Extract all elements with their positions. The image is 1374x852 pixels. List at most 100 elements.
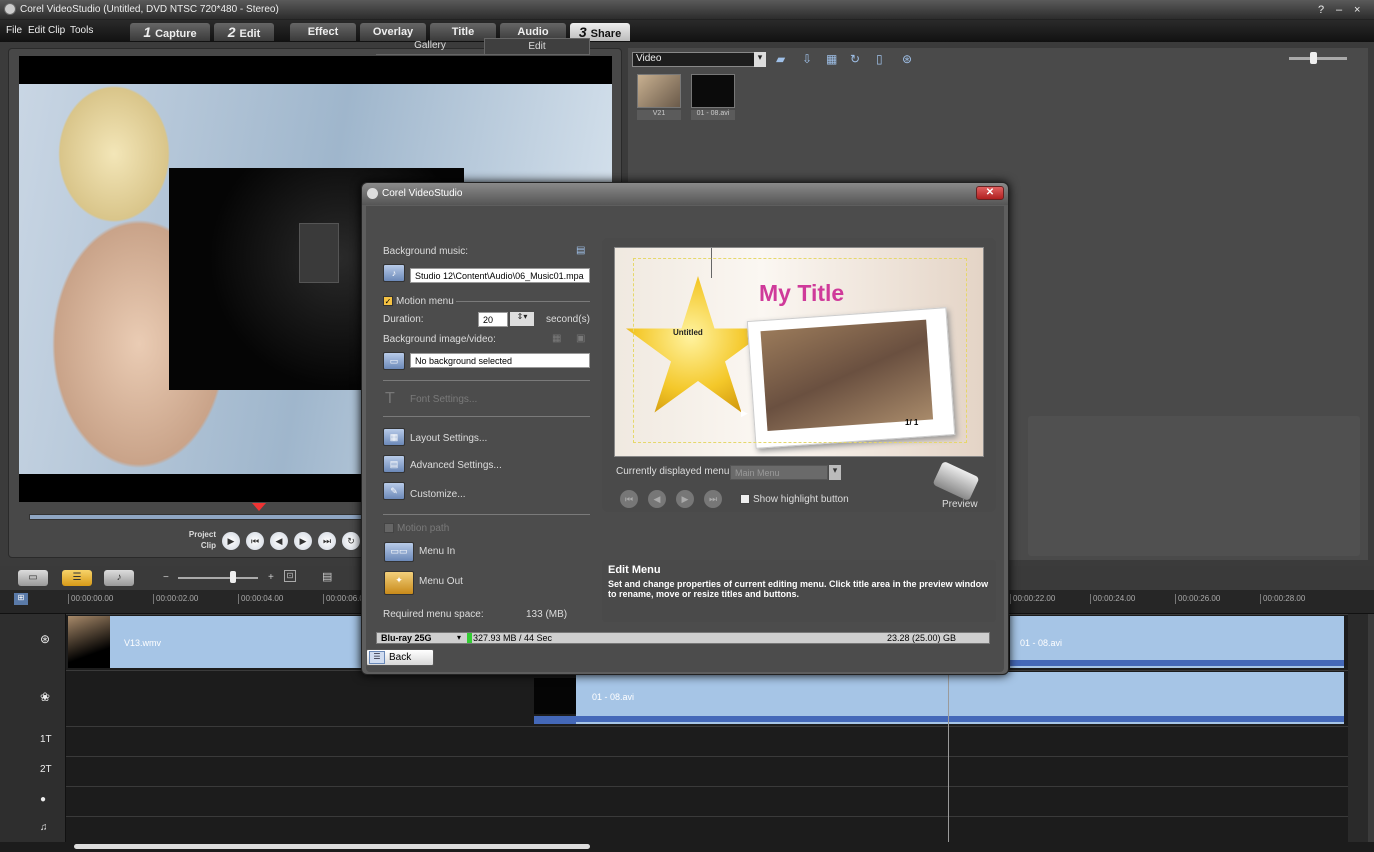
timeline-view-button[interactable]: ☰ (62, 570, 92, 586)
dialog-titlebar: Corel VideoStudio (362, 183, 1008, 205)
library-thumb-v21[interactable] (637, 74, 681, 108)
options-icon[interactable]: ▦ (826, 52, 840, 66)
bg-image-select-icon[interactable]: ▭ (383, 352, 405, 370)
description-text: Set and change properties of current edi… (608, 579, 989, 599)
menu-out-icon[interactable]: ✦ (384, 571, 414, 595)
thumbnail-zoom-slider[interactable] (1289, 57, 1347, 60)
music-select-icon[interactable]: ♪ (383, 264, 405, 282)
ruler-tick: 00:00:26.00 (1175, 594, 1220, 604)
bg-image-options-icon[interactable]: ▦ (552, 333, 561, 344)
advanced-settings-button[interactable]: Advanced Settings... (410, 460, 502, 471)
overlay-track-icon: ❀ (40, 690, 51, 704)
duration-spinner-icon[interactable]: ⇕▾ (510, 312, 534, 326)
play-icon[interactable]: ▶ (222, 532, 240, 550)
title-track-1[interactable] (0, 726, 1348, 756)
close-icon[interactable]: × (1354, 4, 1360, 16)
trash-icon[interactable]: ▯ (876, 52, 890, 66)
preview-button[interactable]: Preview (942, 499, 978, 510)
show-highlight-checkbox[interactable] (740, 494, 750, 504)
video-track-header (0, 614, 66, 670)
menu-edit[interactable]: Edit (28, 25, 45, 36)
video-clip-v13[interactable]: V13.wmv (68, 616, 368, 668)
first-menu-icon[interactable]: ⏮ (620, 490, 638, 508)
fit-icon[interactable]: ⊡ (284, 570, 296, 582)
tab-effect[interactable]: Effect (290, 23, 356, 41)
step-label: Edit (239, 28, 261, 40)
background-image-field[interactable]: No background selected (410, 353, 590, 368)
help-icon[interactable]: ? (1318, 4, 1324, 16)
project-mode-label[interactable]: Project (176, 530, 216, 539)
music-options-icon[interactable]: ▤ (576, 245, 585, 256)
dialog-close-button[interactable]: ✕ (976, 186, 1004, 200)
step-edit[interactable]: 2 Edit (214, 23, 274, 41)
voice-track[interactable] (0, 786, 1348, 816)
thumb-label: 01 - 08.avi (691, 110, 735, 120)
zoom-out-icon[interactable]: − (163, 572, 169, 583)
convert-icon[interactable]: ↻ (850, 52, 864, 66)
menu-file[interactable]: File (6, 25, 22, 36)
timeline-zoom-knob[interactable] (230, 571, 236, 583)
customize-icon: ✎ (383, 482, 405, 500)
home-icon[interactable]: ⏮ (246, 532, 264, 550)
timeline-zoom-slider[interactable] (178, 577, 258, 579)
scroll-thumb[interactable] (74, 844, 590, 849)
tab-gallery[interactable]: Gallery (376, 38, 484, 54)
separator (383, 380, 590, 381)
storyboard-view-button[interactable]: ▭ (18, 570, 48, 586)
minimize-icon[interactable]: – (1336, 4, 1342, 16)
customize-button[interactable]: Customize... (410, 489, 466, 500)
import-icon[interactable]: ⇩ (802, 52, 816, 66)
disc-type-select[interactable]: Blu-ray 25G (381, 633, 432, 643)
layout-settings-button[interactable]: Layout Settings... (410, 433, 487, 444)
description-box: Edit Menu Set and change properties of c… (602, 560, 996, 622)
app-logo-icon (367, 188, 378, 199)
zoom-knob[interactable] (1310, 52, 1317, 64)
tab-edit[interactable]: Edit (484, 38, 590, 54)
library-thumb-0108[interactable] (691, 74, 735, 108)
currently-displayed-label: Currently displayed menu: (616, 466, 733, 477)
expand-icon[interactable]: ⊛ (902, 52, 916, 66)
library-category-select[interactable]: Video (632, 52, 764, 67)
zoom-in-icon[interactable]: + (268, 572, 274, 583)
track-manager-icon[interactable]: ⊞ (14, 593, 28, 605)
background-music-field[interactable]: Studio 12\Content\Audio\06_Music01.mpa (410, 268, 590, 283)
menu-in-icon[interactable]: ▭▭ (384, 542, 414, 562)
chevron-down-icon[interactable]: ▾ (457, 633, 461, 642)
video-clip-0108[interactable]: 01 - 08.avi (1010, 616, 1344, 668)
film-reel-icon: ⊛ (40, 632, 51, 646)
audio-view-button[interactable]: ♪ (104, 570, 134, 586)
overlay-clip-0108[interactable]: 01 - 08.avi (576, 672, 1344, 724)
next-menu-icon[interactable]: ▶ (676, 490, 694, 508)
motion-menu-label: Motion menu (396, 296, 454, 307)
currently-displayed-select[interactable]: Main Menu (730, 465, 828, 480)
chevron-down-icon[interactable]: ▾ (829, 465, 841, 480)
motion-path-checkbox[interactable] (384, 523, 394, 533)
dialog-title: Corel VideoStudio (382, 188, 463, 199)
prev-menu-icon[interactable]: ◀ (648, 490, 666, 508)
font-settings-button[interactable]: Font Settings... (410, 394, 477, 405)
menu-tools[interactable]: Tools (70, 25, 93, 36)
menu-clip[interactable]: Clip (48, 25, 65, 36)
prev-frame-icon[interactable]: ◀ (270, 532, 288, 550)
vertical-scrollbar[interactable] (1348, 614, 1368, 842)
bg-image-remove-icon[interactable]: ▣ (576, 333, 585, 344)
music-track[interactable] (0, 816, 1348, 842)
insert-media-icon[interactable]: ▤ (322, 570, 332, 583)
motion-menu-checkbox[interactable]: ✓ (383, 296, 393, 306)
folder-icon[interactable]: ▰ (776, 52, 790, 66)
duration-input[interactable]: 20 (478, 312, 508, 327)
last-menu-icon[interactable]: ⏭ (704, 490, 722, 508)
repeat-icon[interactable]: ↻ (342, 532, 360, 550)
back-button[interactable]: ☰ Back (366, 649, 434, 666)
title-track-2[interactable] (0, 756, 1348, 786)
clip-name: 01 - 08.avi (1020, 638, 1063, 648)
next-frame-icon[interactable]: ▶ (294, 532, 312, 550)
menu-preview[interactable]: Untitled My Title ▶ 1/ 1 (614, 247, 984, 457)
end-icon[interactable]: ⏭ (318, 532, 336, 550)
duration-unit: second(s) (546, 314, 590, 325)
chevron-down-icon[interactable]: ▾ (754, 52, 766, 67)
app-logo-icon (4, 3, 16, 15)
clip-mode-label[interactable]: Clip (176, 541, 216, 550)
step-capture[interactable]: 1 Capture (130, 23, 210, 41)
back-arrow-icon: ☰ (369, 651, 385, 664)
